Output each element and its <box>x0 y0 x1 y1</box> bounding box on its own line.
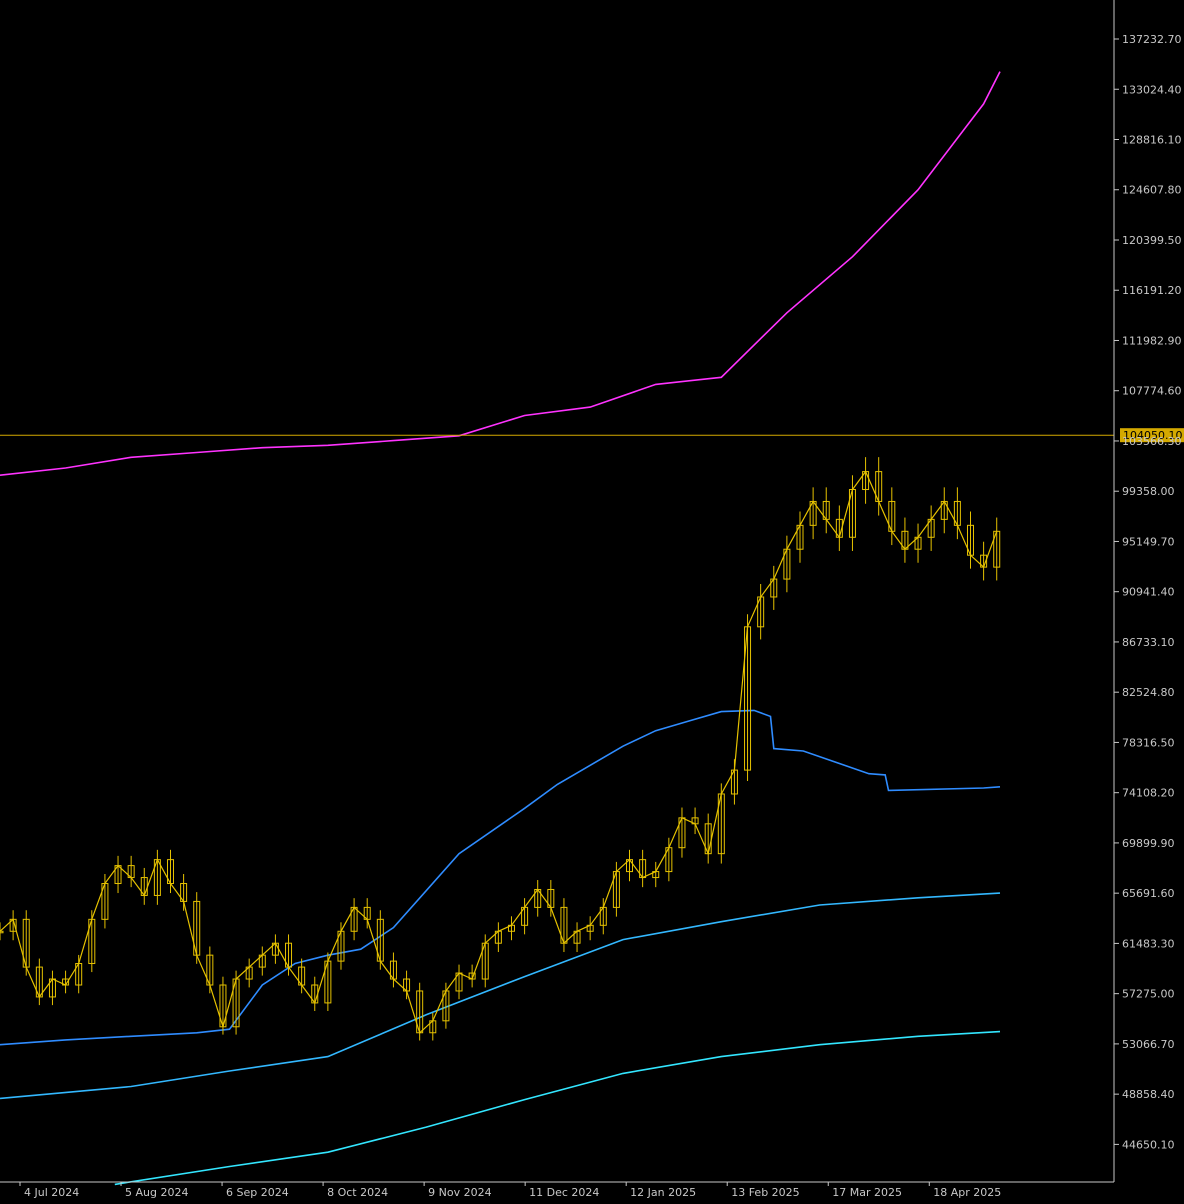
price-tick-label: 86733.10 <box>1122 636 1175 649</box>
price-tick-label: 111982.90 <box>1122 334 1182 347</box>
time-tick-label: 8 Oct 2024 <box>327 1186 388 1199</box>
time-tick-label: 6 Sep 2024 <box>226 1186 289 1199</box>
price-tick-label: 48858.40 <box>1122 1088 1175 1101</box>
price-tick-label: 44650.10 <box>1122 1138 1175 1151</box>
time-tick-label: 18 Apr 2025 <box>933 1186 1001 1199</box>
price-tick-label: 124607.80 <box>1122 184 1182 197</box>
price-tick-label: 120399.50 <box>1122 234 1182 247</box>
price-tick-label: 53066.70 <box>1122 1038 1175 1051</box>
chart-background <box>0 0 1184 1200</box>
price-tick-label: 78316.50 <box>1122 736 1175 749</box>
price-tick-label: 99358.00 <box>1122 485 1175 498</box>
price-tick-label: 137232.70 <box>1122 33 1182 46</box>
price-tick-label: 61483.30 <box>1122 937 1175 950</box>
price-chart[interactable]: 104050.10 137232.70 133024.40 128816.10 124… <box>0 0 1184 1200</box>
price-tick-label: 69899.90 <box>1122 837 1175 850</box>
price-tick-label: 82524.80 <box>1122 686 1175 699</box>
price-tick-label: 116191.20 <box>1122 284 1182 297</box>
time-tick-label: 13 Feb 2025 <box>731 1186 799 1199</box>
price-tick-label: 128816.10 <box>1122 133 1182 146</box>
price-tick-label: 65691.60 <box>1122 887 1175 900</box>
time-tick-label: 11 Dec 2024 <box>529 1186 599 1199</box>
time-tick-label: 12 Jan 2025 <box>630 1186 696 1199</box>
price-tick-label: 57275.00 <box>1122 988 1175 1001</box>
price-tick-label: 95149.70 <box>1122 535 1175 548</box>
time-tick-label: 17 Mar 2025 <box>832 1186 902 1199</box>
price-tick-label: 107774.60 <box>1122 385 1182 398</box>
price-tick-label: 90941.40 <box>1122 586 1175 599</box>
price-tick-label: 133024.40 <box>1122 83 1182 96</box>
chart-svg[interactable]: 104050.10 137232.70133024.40128816.10124… <box>0 0 1184 1200</box>
time-tick-label: 9 Nov 2024 <box>428 1186 491 1199</box>
time-tick-label: 5 Aug 2024 <box>125 1186 188 1199</box>
price-tick-label: 103566.30 <box>1122 435 1182 448</box>
price-tick-label: 74108.20 <box>1122 787 1175 800</box>
time-tick-label: 4 Jul 2024 <box>24 1186 79 1199</box>
